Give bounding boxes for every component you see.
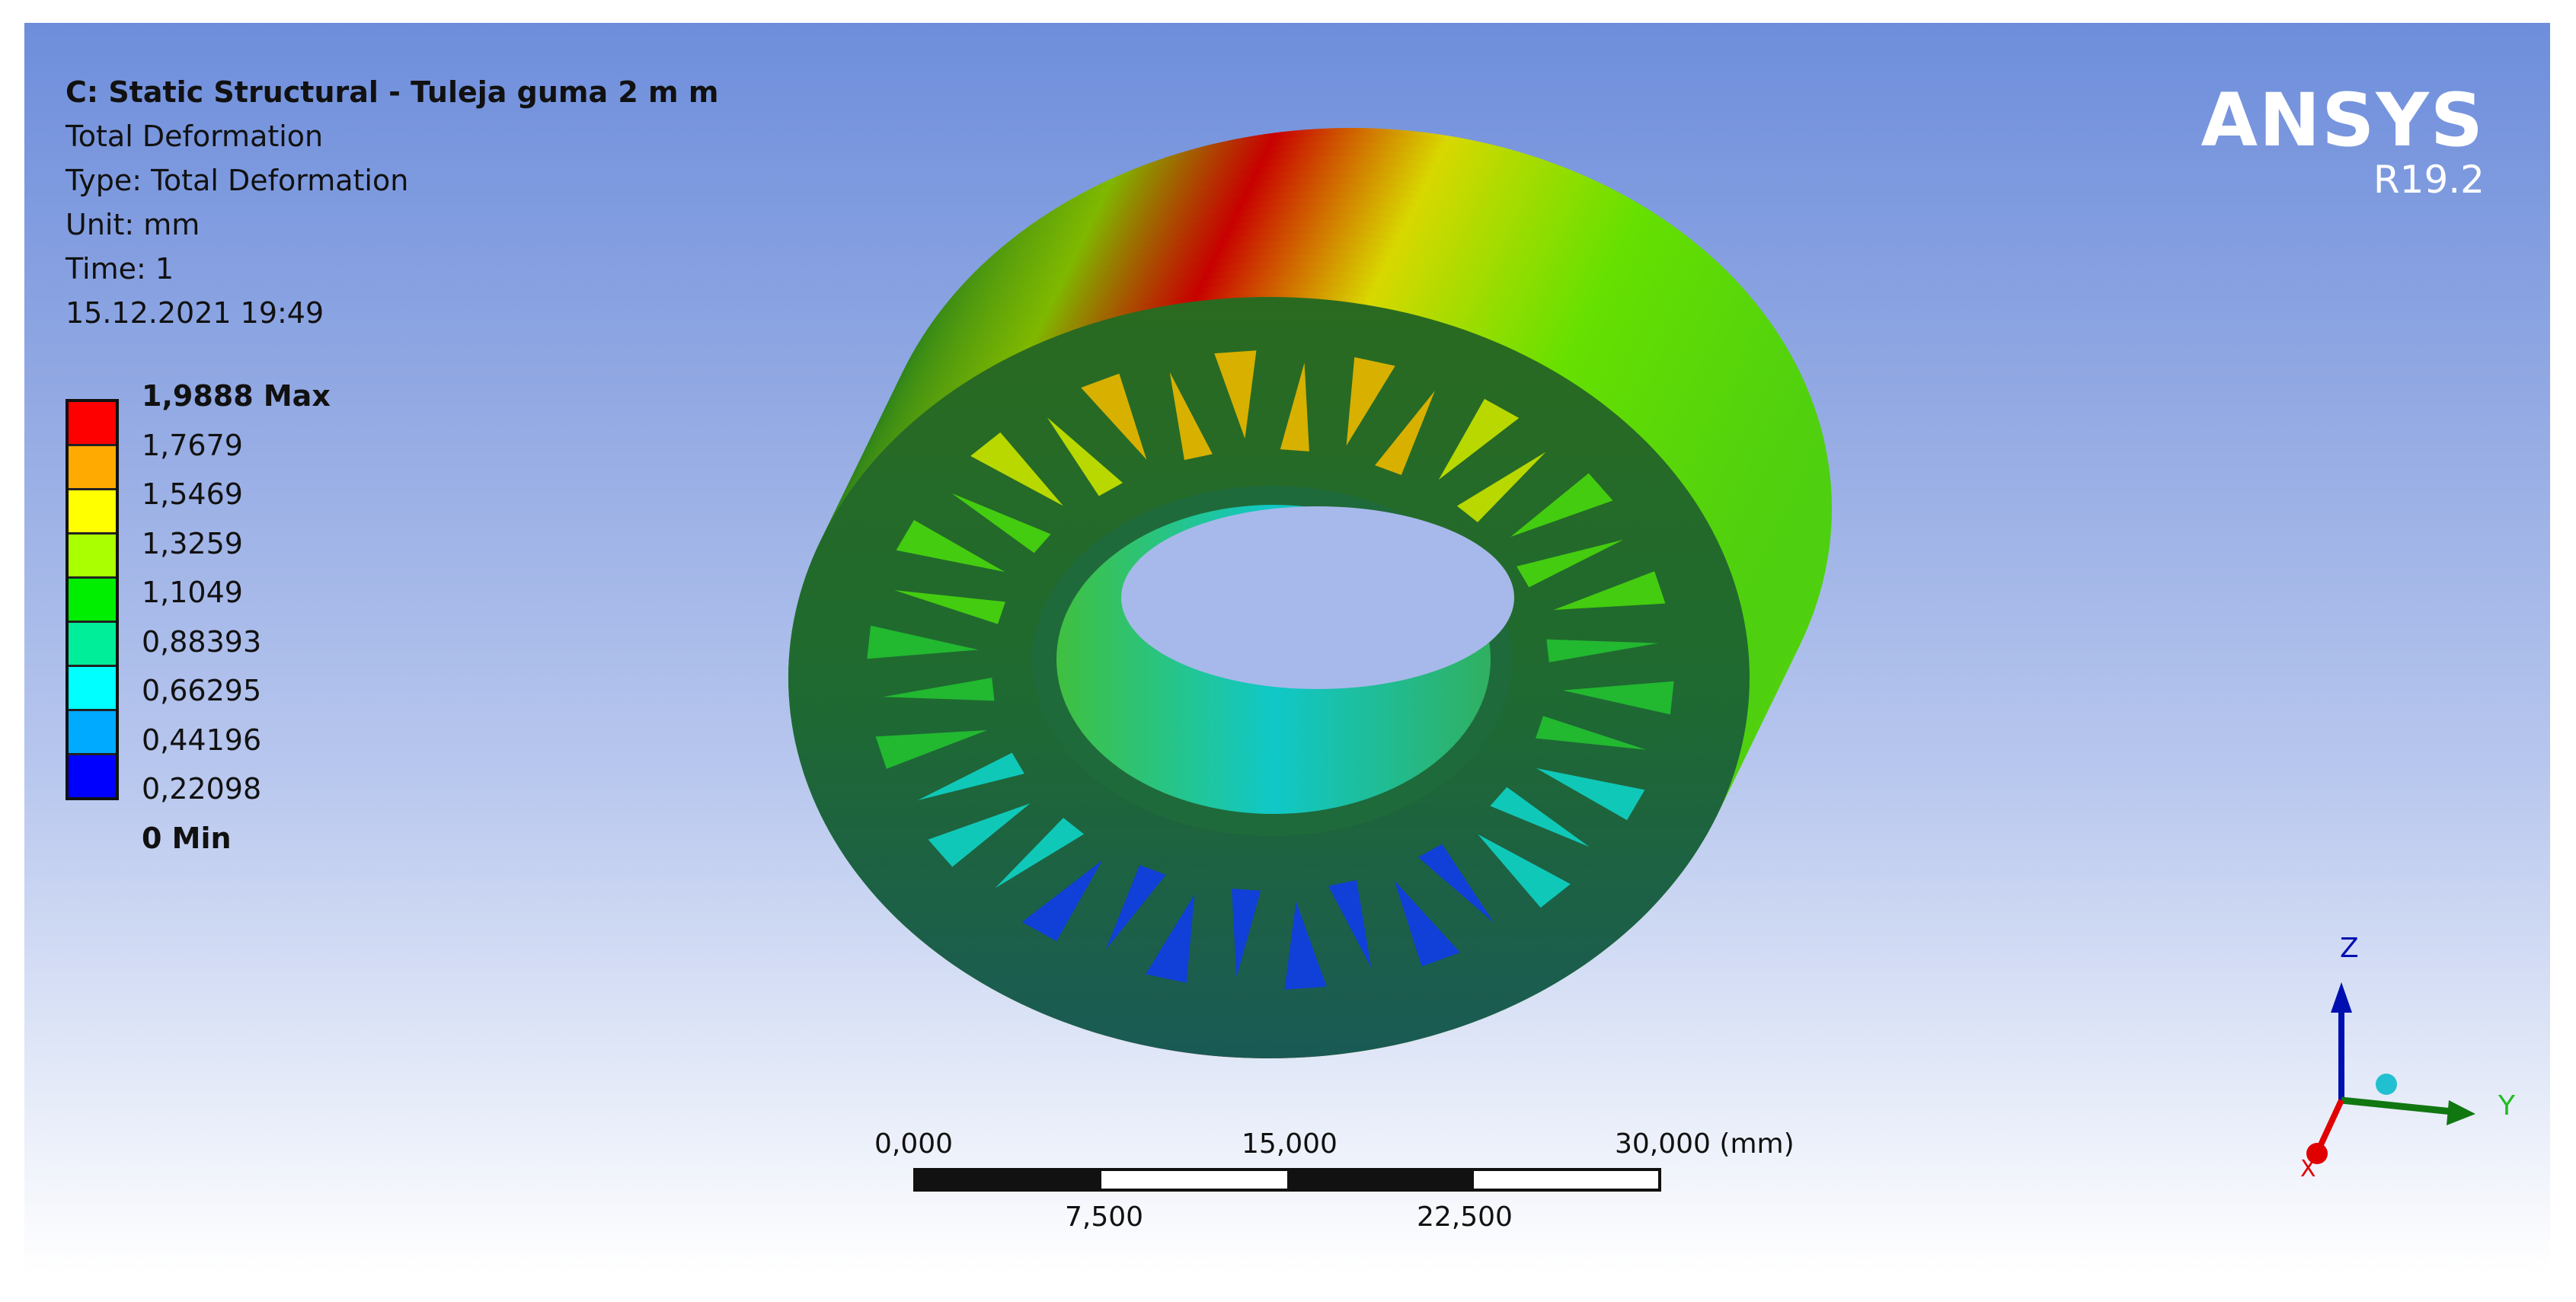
triad-x-label: X — [2300, 1156, 2316, 1182]
scale-label-7500: 7,500 — [1065, 1201, 1144, 1233]
bore-opening — [1121, 506, 1514, 689]
triad-iso-ball-icon[interactable] — [2376, 1074, 2397, 1095]
x-axis-line — [2316, 1099, 2344, 1151]
y-axis-line — [2341, 1096, 2453, 1115]
axis-triad[interactable] — [2306, 982, 2475, 1164]
y-axis-arrow-icon — [2447, 1100, 2475, 1125]
model-view[interactable] — [0, 0, 2576, 1302]
triad-y-label: Y — [2498, 1090, 2515, 1122]
scale-label-30: 30,000 (mm) — [1615, 1128, 1795, 1160]
scale-bar — [913, 1168, 1661, 1192]
scale-label-15: 15,000 — [1242, 1128, 1338, 1160]
z-axis-arrow-icon — [2331, 982, 2352, 1013]
triad-z-label: Z — [2340, 933, 2359, 964]
scale-label-22500: 22,500 — [1417, 1201, 1513, 1233]
scale-label-0: 0,000 — [874, 1128, 954, 1160]
